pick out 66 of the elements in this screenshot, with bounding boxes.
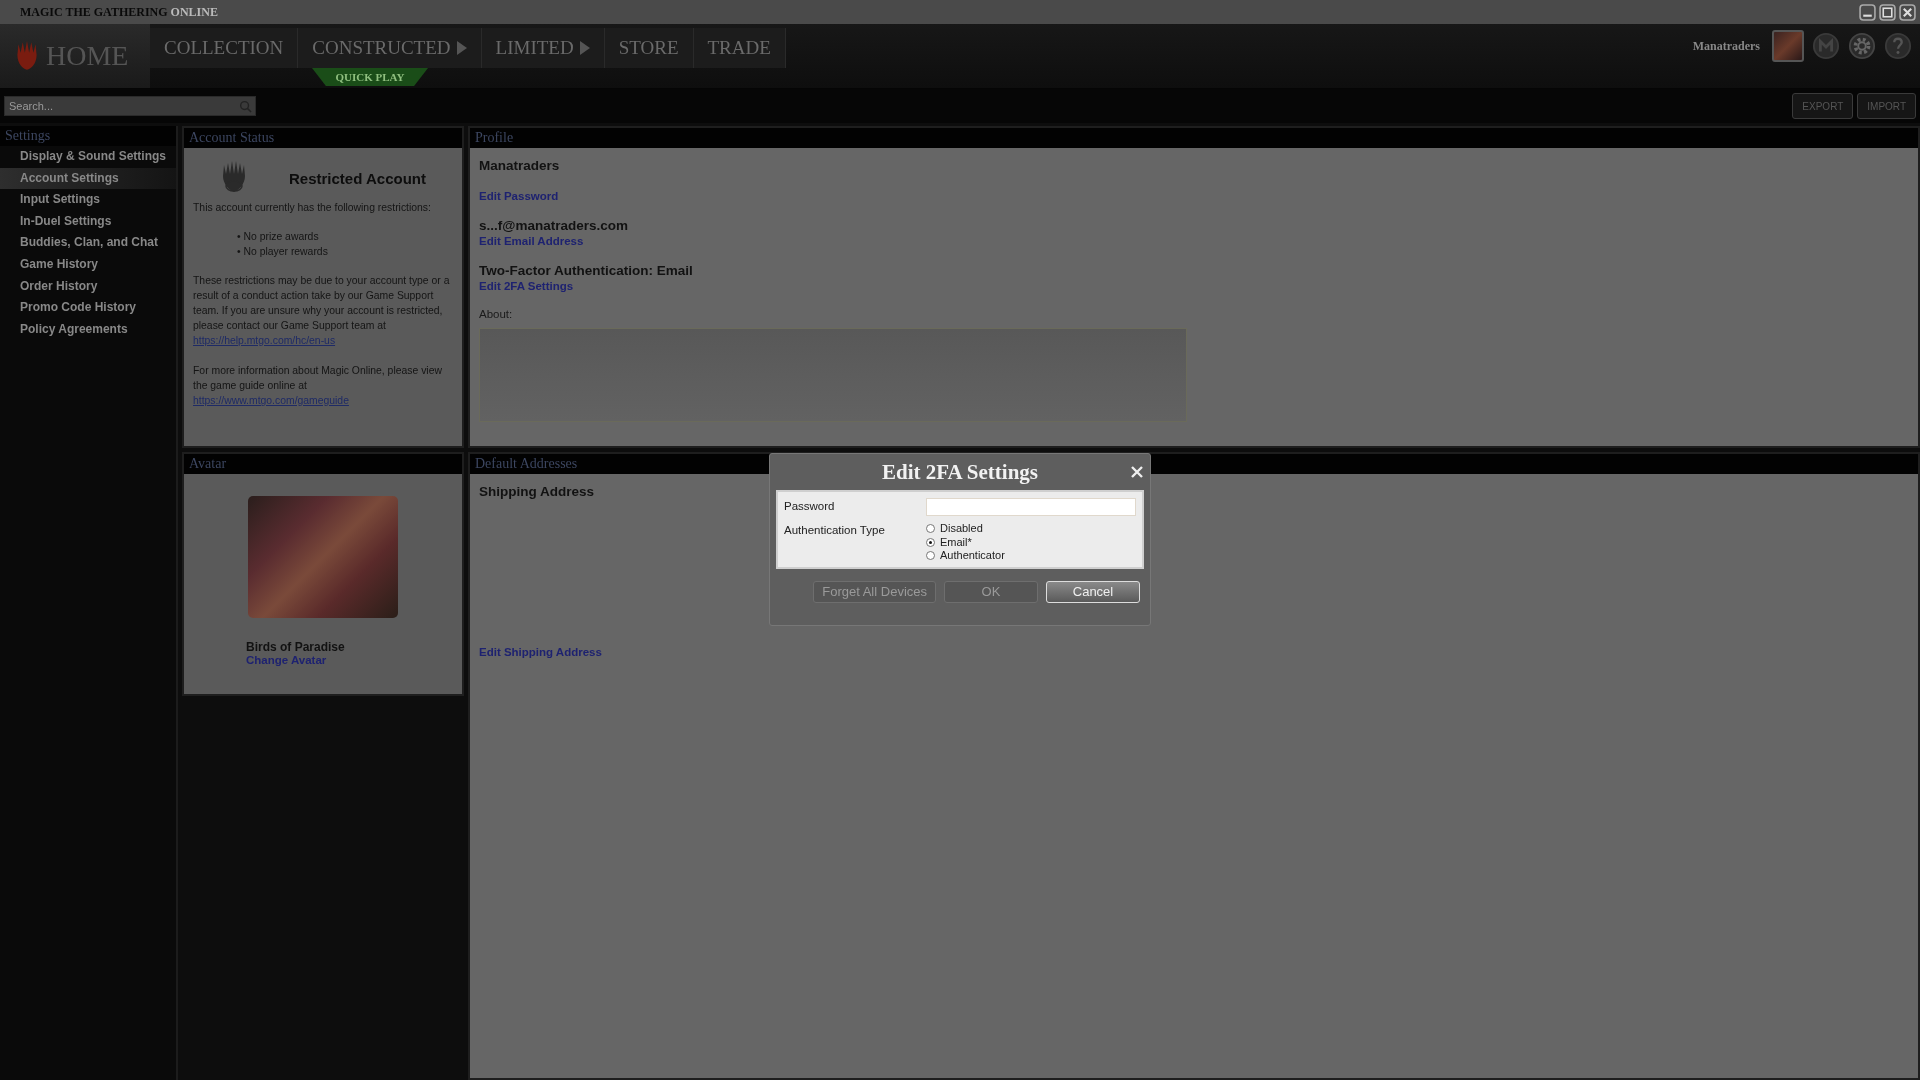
radio-button[interactable]	[926, 537, 935, 547]
sidebar-item[interactable]: Policy Agreements	[0, 318, 176, 341]
sidebar-item[interactable]: Display & Sound Settings	[0, 146, 176, 168]
avatar-card-name: Birds of Paradise	[246, 640, 345, 654]
password-label: Password	[784, 499, 836, 512]
toolbar-button[interactable]: IMPORT	[1857, 93, 1916, 119]
account-heading: Restricted Account	[289, 169, 426, 187]
sidebar-item[interactable]: Order History	[0, 275, 176, 298]
about-label: About:	[479, 308, 514, 320]
profile-username: Manatraders	[479, 158, 561, 173]
sidebar-item[interactable]: Game History	[0, 253, 176, 276]
nav-tab[interactable]: COLLECTION	[150, 28, 299, 68]
app-title: MAGIC THE GATHERING	[20, 4, 168, 20]
help-icon[interactable]	[1884, 32, 1912, 60]
restriction-note: These restrictions may be due to your account type or a result of a conduct action take by our Game Support team. If you are unsure why your account is restricted, please contact our Game Support team at https://help.mtgo.com/hc/en-us	[193, 274, 451, 348]
radio-option[interactable]: Disabled	[926, 522, 1005, 536]
restriction-item: • No player rewards	[237, 245, 329, 259]
game-guide-link[interactable]: https://www.mtgo.com/gameguide	[193, 395, 349, 406]
minimize-icon[interactable]	[1859, 3, 1876, 21]
search-icon	[239, 100, 252, 113]
sidebar-item[interactable]: Account Settings	[0, 167, 176, 190]
search-field[interactable]: Search...	[4, 96, 256, 116]
sidebar-item[interactable]: Input Settings	[0, 189, 176, 211]
nav-tab[interactable]: CONSTRUCTED	[298, 28, 482, 68]
sidebar-title: Settings	[0, 126, 176, 146]
close-icon[interactable]	[1899, 3, 1916, 21]
radio-option[interactable]: Email*	[926, 535, 1005, 549]
m-logo-icon[interactable]	[1812, 32, 1840, 60]
help-link[interactable]: https://help.mtgo.com/hc/en-us	[193, 335, 336, 346]
game-guide-note: For more information about Magic Online, please view the game guide online at https://www.mtgo.com/gameguide	[193, 364, 443, 408]
edit-password-link[interactable]: Edit Password	[479, 190, 1909, 202]
change-avatar-link[interactable]: Change Avatar	[246, 654, 345, 666]
radio-button[interactable]	[926, 524, 935, 534]
radio-option[interactable]: Authenticator	[926, 549, 1005, 563]
radio-label: Email*	[940, 535, 972, 549]
password-field[interactable]	[926, 498, 1136, 516]
nav-tab[interactable]: LIMITED	[481, 28, 605, 68]
sidebar-item[interactable]: Promo Code History	[0, 297, 176, 319]
restriction-item: • No prize awards	[237, 230, 320, 244]
sidebar-item[interactable]: In-Duel Settings	[0, 210, 176, 233]
shipping-heading: Shipping Address	[479, 484, 595, 499]
radio-label: Authenticator	[940, 549, 1005, 563]
edit-shipping-link[interactable]: Edit Shipping Address	[479, 646, 1909, 658]
nav-tab[interactable]: TRADE	[693, 28, 786, 68]
edit-email-link[interactable]: Edit Email Address	[479, 235, 1909, 247]
radio-label: Disabled	[940, 522, 983, 536]
sidebar-item[interactable]: Buddies, Clan, and Chat	[0, 232, 176, 254]
auth-type-label: Authentication Type	[784, 523, 886, 536]
panel-title: Profile	[470, 128, 1918, 148]
avatar-thumbnail[interactable]	[1772, 30, 1804, 62]
flame-hand-icon	[14, 40, 40, 72]
maximize-icon[interactable]	[1879, 3, 1896, 21]
radio-button[interactable]	[926, 551, 935, 561]
edit-2fa-link[interactable]: Edit 2FA Settings	[479, 280, 1909, 292]
panel-title: Account Status	[184, 128, 462, 148]
profile-email: s...f@manatraders.com	[479, 218, 629, 233]
panel-title: Avatar	[184, 454, 462, 474]
quick-play-tab[interactable]: QUICK PLAY	[312, 68, 428, 86]
app-title-suffix: ONLINE	[170, 4, 218, 20]
settings-icon[interactable]	[1848, 32, 1876, 60]
user-name: Manatraders	[1692, 38, 1760, 54]
nav-tab[interactable]: STORE	[604, 28, 694, 68]
two-factor-status: Two-Factor Authentication: Email	[479, 263, 694, 278]
restrictions-intro: This account currently has the following restrictions:	[193, 201, 432, 215]
toolbar-button[interactable]: EXPORT	[1792, 93, 1854, 119]
dialog-button[interactable]: Cancel	[1046, 580, 1140, 603]
